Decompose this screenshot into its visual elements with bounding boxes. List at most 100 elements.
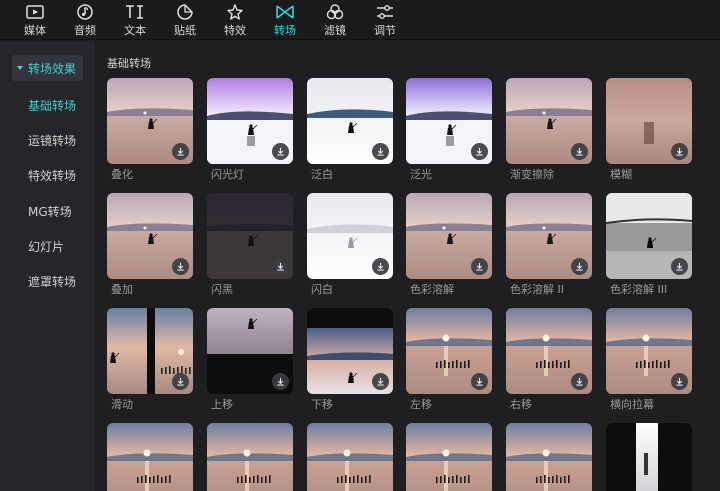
- sidebar-item-effects[interactable]: 特效转场: [0, 164, 96, 188]
- transition-thumbnail: [506, 308, 592, 394]
- tool-filter[interactable]: 滤镜: [310, 0, 360, 40]
- tool-text[interactable]: 文本: [110, 0, 160, 40]
- transition-card[interactable]: 色彩溶解 II: [506, 193, 592, 297]
- transition-name: 左移: [410, 398, 432, 411]
- transition-thumbnail: [406, 78, 492, 164]
- transition-name: 叠化: [111, 168, 133, 181]
- transition-card[interactable]: 横向拉幕: [606, 308, 692, 412]
- download-icon[interactable]: [571, 143, 588, 160]
- sidebar-item-slides[interactable]: 幻灯片: [0, 235, 96, 259]
- transition-thumbnail: [506, 78, 592, 164]
- transition-card[interactable]: 叠化: [107, 78, 193, 182]
- sticker-icon: [174, 2, 196, 22]
- tool-audio[interactable]: 音频: [60, 0, 110, 40]
- transition-name: 泛光: [410, 168, 432, 181]
- audio-icon: [74, 2, 96, 22]
- media-icon: [24, 2, 46, 22]
- transition-card[interactable]: [307, 423, 393, 491]
- transition-card[interactable]: 色彩溶解 III: [606, 193, 692, 297]
- download-icon[interactable]: [272, 143, 289, 160]
- download-icon[interactable]: [372, 258, 389, 275]
- tool-effects[interactable]: 特效: [210, 0, 260, 40]
- download-icon[interactable]: [172, 143, 189, 160]
- caret-down-icon: [17, 66, 23, 70]
- transition-card[interactable]: 叠加: [107, 193, 193, 297]
- download-icon[interactable]: [172, 258, 189, 275]
- transition-name: 横向拉幕: [610, 398, 654, 411]
- transition-card[interactable]: 色彩溶解: [406, 193, 492, 297]
- transition-name: 闪黑: [211, 283, 233, 296]
- sidebar-item-mask[interactable]: 遮罩转场: [0, 270, 96, 294]
- download-icon[interactable]: [671, 373, 688, 390]
- tool-label: 转场: [274, 24, 296, 37]
- transition-thumbnail: [207, 423, 293, 491]
- transition-name: 上移: [211, 398, 233, 411]
- transition-name: 叠加: [111, 283, 133, 296]
- transition-name: 闪光灯: [211, 168, 244, 181]
- download-icon[interactable]: [471, 258, 488, 275]
- filter-icon: [324, 2, 346, 22]
- transition-thumbnail: [107, 78, 193, 164]
- transition-thumbnail: [506, 423, 592, 491]
- transition-thumbnail: [107, 423, 193, 491]
- transition-card[interactable]: 下移: [307, 308, 393, 412]
- transition-name: 泛白: [311, 168, 333, 181]
- download-icon[interactable]: [571, 258, 588, 275]
- download-icon[interactable]: [172, 373, 189, 390]
- download-icon[interactable]: [272, 258, 289, 275]
- top-toolbar: 媒体 音频 文本 贴纸 特效 转场 滤镜 调节: [0, 0, 720, 40]
- category-sidebar: 转场效果 基础转场 运镜转场 特效转场 MG转场 幻灯片 遮罩转场: [0, 41, 96, 491]
- sidebar-item-basic[interactable]: 基础转场: [0, 94, 96, 118]
- tool-label: 贴纸: [174, 24, 196, 37]
- tool-media[interactable]: 媒体: [10, 0, 60, 40]
- download-icon[interactable]: [671, 258, 688, 275]
- download-icon[interactable]: [471, 143, 488, 160]
- tool-label: 媒体: [24, 24, 46, 37]
- transition-name: 色彩溶解 III: [610, 283, 668, 296]
- tool-sticker[interactable]: 贴纸: [160, 0, 210, 40]
- transition-card[interactable]: [606, 423, 692, 491]
- tool-label: 音频: [74, 24, 96, 37]
- tool-label: 调节: [374, 24, 396, 37]
- transition-card[interactable]: 右移: [506, 308, 592, 412]
- transition-card[interactable]: [506, 423, 592, 491]
- download-icon[interactable]: [372, 373, 389, 390]
- sidebar-item-mg[interactable]: MG转场: [0, 200, 96, 224]
- transition-card[interactable]: [207, 423, 293, 491]
- transition-thumbnail: [606, 193, 692, 279]
- category-header[interactable]: 转场效果: [12, 55, 83, 81]
- text-icon: [124, 2, 146, 22]
- transition-card[interactable]: 泛光: [406, 78, 492, 182]
- transition-thumbnail: [606, 423, 692, 491]
- transition-card[interactable]: 渐变擦除: [506, 78, 592, 182]
- transition-panel: 基础转场 叠化 闪光灯 泛白 泛光 渐变擦除 模糊叠加 闪黑 闪白 色彩溶解 色彩溶解 II 色彩溶…: [97, 41, 720, 491]
- transition-card[interactable]: 闪黑: [207, 193, 293, 297]
- transition-thumbnail: [107, 308, 193, 394]
- download-icon[interactable]: [571, 373, 588, 390]
- transition-card[interactable]: 闪白: [307, 193, 393, 297]
- transition-card[interactable]: [107, 423, 193, 491]
- category-header-label: 转场效果: [28, 61, 77, 76]
- transition-thumbnail: [307, 193, 393, 279]
- transition-thumbnail: [606, 78, 692, 164]
- sidebar-item-camera[interactable]: 运镜转场: [0, 129, 96, 153]
- transition-name: 色彩溶解 II: [510, 283, 564, 296]
- download-icon[interactable]: [372, 143, 389, 160]
- download-icon[interactable]: [671, 143, 688, 160]
- download-icon[interactable]: [272, 373, 289, 390]
- download-icon[interactable]: [471, 373, 488, 390]
- tool-transition[interactable]: 转场: [260, 0, 310, 40]
- transition-card[interactable]: [406, 423, 492, 491]
- transition-card[interactable]: 左移: [406, 308, 492, 412]
- transition-thumbnail: [506, 193, 592, 279]
- tool-adjust[interactable]: 调节: [360, 0, 410, 40]
- app-window: 媒体 音频 文本 贴纸 特效 转场 滤镜 调节 转场效果 基础转场 运镜转场 特…: [0, 0, 720, 491]
- transition-card[interactable]: 闪光灯: [207, 78, 293, 182]
- transition-thumbnail: [606, 308, 692, 394]
- transition-card[interactable]: 上移: [207, 308, 293, 412]
- transition-card[interactable]: 模糊: [606, 78, 692, 182]
- transition-thumbnail: [107, 193, 193, 279]
- section-title: 基础转场: [107, 57, 151, 70]
- transition-card[interactable]: 滑动: [107, 308, 193, 412]
- transition-card[interactable]: 泛白: [307, 78, 393, 182]
